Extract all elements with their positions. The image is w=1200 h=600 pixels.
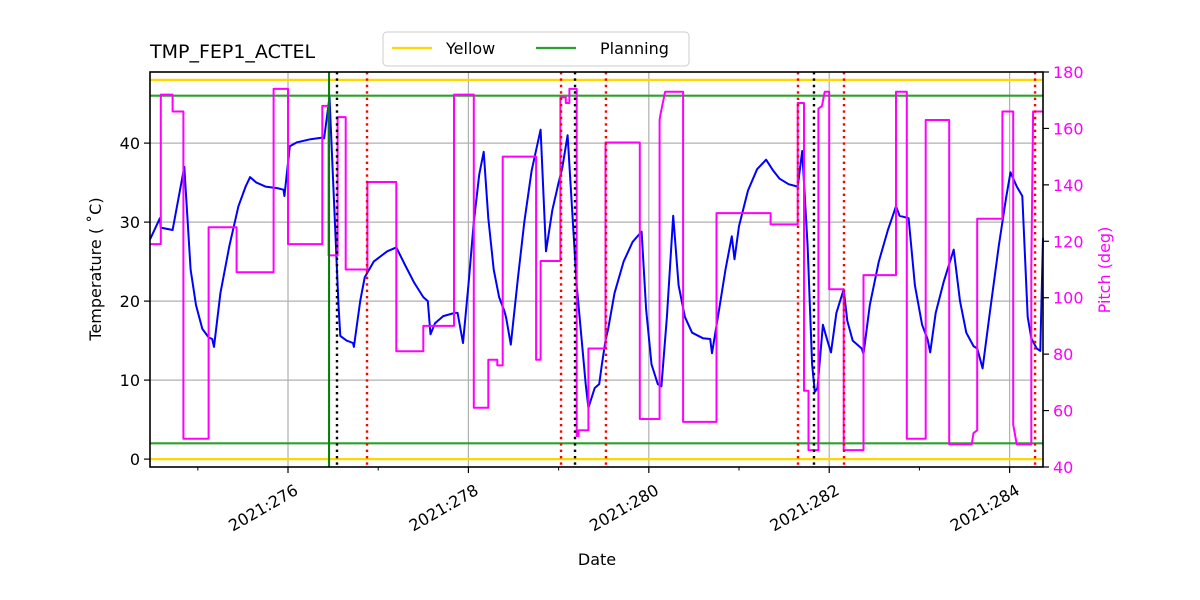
y-tick-label: 40 [120,134,140,153]
y2-axis-label: Pitch (deg) [1095,227,1114,314]
y2-tick-label: 80 [1053,345,1073,364]
y-tick-label: 0 [130,450,140,469]
y2-tick-label: 180 [1053,63,1084,82]
legend: Yellow Planning [382,31,690,67]
y-tick-label: 20 [120,292,140,311]
y2-tick-label: 120 [1053,232,1084,251]
y2-tick-label: 60 [1053,402,1073,421]
chart: 2021:276 2021:278 2021:280 2021:282 2021:284… [0,0,1200,600]
y2-tick-label: 100 [1053,289,1084,308]
chart-title: TMP_FEP1_ACTEL [149,41,315,63]
y-axis-label: Temperature ( ˚C) [86,197,105,341]
legend-label-yellow: Yellow [445,39,495,58]
y2-tick-label: 140 [1053,176,1084,195]
legend-label-planning: Planning [600,39,669,58]
y-tick-label: 30 [120,213,140,232]
y-tick-label: 10 [120,371,140,390]
x-axis-label: Date [578,550,616,569]
y2-tick-label: 40 [1053,458,1073,477]
y2-tick-label: 160 [1053,119,1084,138]
